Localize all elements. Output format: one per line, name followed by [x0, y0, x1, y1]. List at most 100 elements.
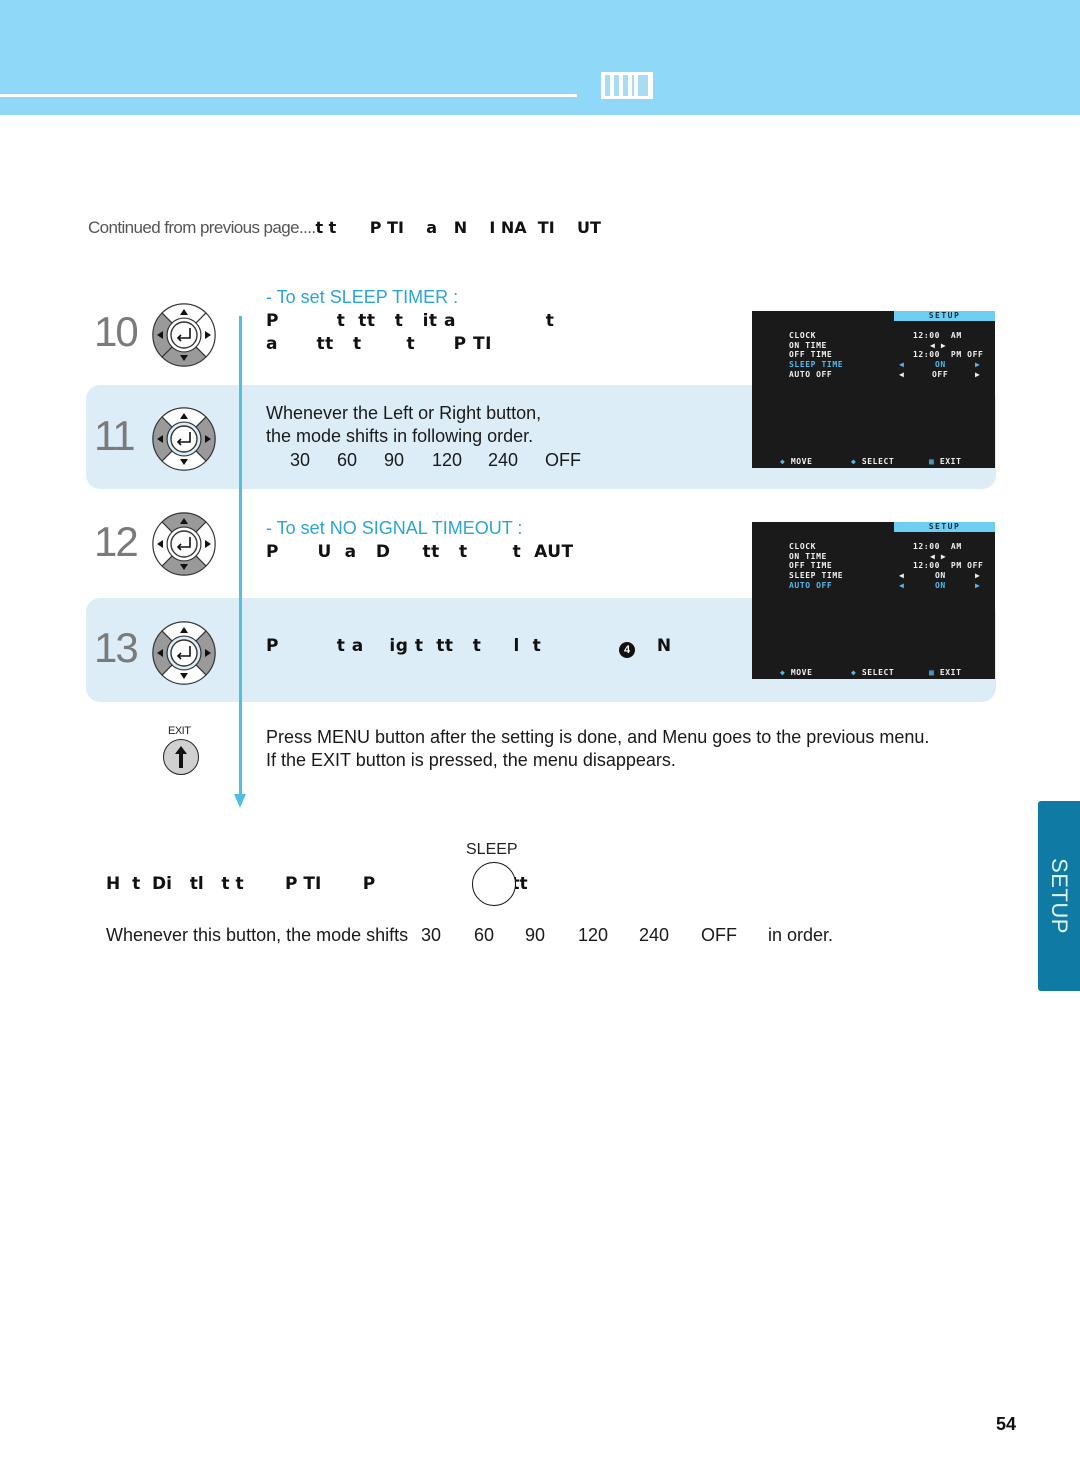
osd-left-arrow-icon: ◀	[899, 369, 905, 379]
step-11-line-1: Whenever the Left or Right button,	[266, 403, 542, 423]
osd-row: CLOCK 12:00 AM	[789, 331, 989, 341]
osd-row-label: SLEEP TIME	[789, 360, 844, 370]
up-arrow-icon	[175, 746, 187, 768]
header-rule	[0, 94, 577, 97]
osd-row-label: ON TIME	[789, 340, 827, 350]
dpad-enter-button	[170, 321, 198, 349]
osd-row-value: ON	[935, 360, 946, 370]
osd-footer-label: MOVE	[790, 457, 813, 466]
dpad-icon	[152, 407, 216, 471]
osd-footer-label: MOVE	[790, 668, 813, 677]
exit-instruction-2: If the EXIT button is pressed, the menu …	[266, 750, 676, 770]
sequence-item: 90	[384, 450, 405, 470]
osd-footer-item: ◆ MOVE	[780, 668, 813, 678]
osd-footer-label: SELECT	[861, 457, 895, 466]
osd-row-value: 12:00 AM	[913, 331, 962, 340]
page-header	[0, 0, 1080, 115]
osd-screen-sleep: SETUP CLOCK 12:00 AM ON TIME ◀ ▶ OFF TIME 12:0…	[752, 311, 995, 468]
osd-row-value: ◀ ▶	[930, 551, 947, 561]
step-13-line-1: P t a ig t tt t l t N	[266, 636, 672, 656]
dpad-enter-button	[170, 425, 198, 453]
sequence-item: OFF	[545, 450, 581, 470]
osd-row: CLOCK 12:00 AM	[789, 542, 989, 552]
osd-right-arrow-icon: ▶	[975, 360, 981, 370]
osd-row-value: ◀ ▶	[930, 340, 947, 350]
exit-icon: ▦	[929, 668, 940, 677]
sequence-item: 240	[488, 450, 519, 470]
direct-sleep-heading: H t Di tl t t P TI P tt	[106, 874, 528, 894]
osd-row-value: 12:00 PM OFF	[913, 561, 984, 571]
osd-title: SETUP	[894, 522, 995, 532]
osd-screen-auto-off: SETUP CLOCK 12:00 AM ON TIME ◀ ▶ OFF TIME 12:0…	[752, 522, 995, 679]
move-icon: ◆	[780, 668, 791, 677]
select-icon: ◆	[851, 457, 862, 466]
dpad-icon	[152, 303, 216, 367]
osd-row-label: CLOCK	[789, 331, 817, 340]
osd-row-label: AUTO OFF	[789, 580, 833, 590]
osd-footer-label: EXIT	[939, 668, 962, 677]
osd-title: SETUP	[894, 311, 995, 321]
osd-row: SLEEP TIME ◀ ON ▶	[789, 360, 989, 370]
osd-left-arrow-icon: ◀	[899, 360, 905, 370]
sequence-item: 240	[639, 925, 670, 945]
sequence-item: 120	[432, 450, 463, 470]
exit-button-label: EXIT	[168, 725, 191, 737]
timeline-line	[239, 316, 242, 796]
sequence-item: 30	[290, 450, 311, 470]
dpad-icon	[152, 621, 216, 685]
osd-left-arrow-icon: ◀	[899, 580, 905, 590]
osd-footer-label: EXIT	[939, 457, 962, 466]
osd-row: ON TIME ◀ ▶	[789, 341, 989, 351]
dpad-enter-button	[170, 639, 198, 667]
osd-row: ON TIME ◀ ▶	[789, 552, 989, 562]
continued-prefix: Continued from previous page....	[88, 218, 316, 237]
osd-footer-item: ▦ EXIT	[929, 668, 962, 678]
sleep-button-icon	[472, 862, 516, 906]
step-10-line-2: a tt t t P TI	[266, 334, 492, 354]
step-number: 13	[94, 624, 139, 671]
osd-row: AUTO OFF ◀ ON ▶	[789, 581, 989, 591]
osd-row-label: OFF TIME	[789, 561, 833, 571]
section-side-tab[interactable]: SETUP	[1038, 801, 1080, 991]
osd-right-arrow-icon: ▶	[975, 369, 981, 379]
osd-left-arrow-icon: ◀	[899, 571, 905, 581]
step-12-line-1: P U a D tt t t AUT	[266, 542, 574, 562]
sleep-timer-heading: - To set SLEEP TIMER :	[266, 287, 459, 307]
osd-row: SLEEP TIME ◀ ON ▶	[789, 571, 989, 581]
dpad-enter-button	[170, 530, 198, 558]
side-tab-label: SETUP	[1047, 858, 1072, 934]
osd-row-label: ON TIME	[789, 551, 827, 561]
sequence-item: 90	[525, 925, 546, 945]
osd-footer-item: ▦ EXIT	[929, 457, 962, 467]
osd-row: OFF TIME 12:00 PM OFF	[789, 561, 989, 571]
osd-footer-label: SELECT	[861, 668, 895, 677]
reference-badge: 4	[619, 640, 635, 658]
sleep-button-label: SLEEP	[466, 841, 518, 858]
step-10-line-1: P t tt t it a t	[266, 311, 555, 331]
osd-row-label: OFF TIME	[789, 350, 833, 360]
step-number: 10	[94, 308, 139, 355]
timeline-arrow-icon	[234, 794, 246, 808]
osd-footer-item: ◆ MOVE	[780, 457, 813, 467]
osd-row-value: 12:00 PM OFF	[913, 350, 984, 360]
sequence-item: 30	[421, 925, 442, 945]
osd-row-value: OFF	[932, 369, 949, 379]
direct-sentence-prefix: Whenever this button, the mode shifts	[106, 925, 409, 945]
exit-icon: ▦	[929, 457, 940, 466]
continued-bold: t t P TI a N I NA TI UT	[315, 218, 601, 237]
dpad-icon	[152, 512, 216, 576]
exit-instruction-1: Press MENU button after the setting is d…	[266, 727, 930, 747]
continued-note: Continued from previous page....t t P TI…	[88, 218, 601, 238]
sequence-item: 60	[337, 450, 358, 470]
move-icon: ◆	[780, 457, 791, 466]
exit-button	[163, 739, 199, 775]
osd-right-arrow-icon: ▶	[975, 580, 981, 590]
badge-number: 4	[619, 642, 635, 658]
osd-footer-item: ◆ SELECT	[851, 457, 894, 467]
step-11-line-2: the mode shifts in following order.	[266, 426, 534, 446]
osd-row-value: 12:00 AM	[913, 542, 962, 551]
osd-row-value: ON	[935, 580, 946, 590]
sequence-item: 60	[474, 925, 495, 945]
sequence-item: OFF	[701, 925, 737, 945]
setup-section-icon	[601, 72, 653, 99]
